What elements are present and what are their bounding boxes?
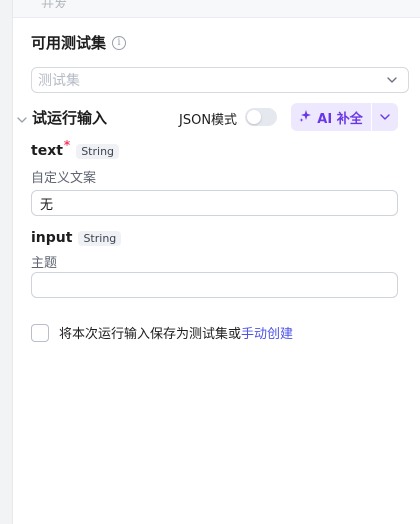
field-name: text* (31, 138, 70, 159)
type-tag: String (76, 143, 120, 159)
info-icon[interactable]: i (112, 35, 127, 50)
collapse-chevron-icon[interactable] (16, 111, 28, 123)
run-input-title: 试运行输入 (32, 109, 108, 127)
debug-panel: 开发 可用测试集 i 测试集 试运行输入 JSON模式 AI 补全 text* … (12, 0, 420, 524)
top-strip-hint: 开发 (41, 0, 68, 8)
type-tag: String (78, 230, 122, 246)
save-text: 将本次运行输入保存为测试集或 (59, 327, 242, 342)
json-mode-toggle[interactable] (245, 108, 277, 126)
field-header-text: text* String (31, 138, 120, 159)
save-as-testset-row: 将本次运行输入保存为测试集或手动创建 (31, 323, 293, 342)
input-field[interactable] (31, 272, 398, 298)
text-field[interactable]: 无 (31, 190, 398, 216)
testset-select-placeholder: 测试集 (38, 73, 80, 89)
run-input-header: 试运行输入 JSON模式 AI 补全 (13, 102, 420, 132)
field-description: 主题 (31, 256, 58, 271)
chevron-down-icon (379, 108, 391, 127)
field-header-input: input String (31, 230, 122, 246)
manual-create-link[interactable]: 手动创建 (241, 327, 293, 342)
sparkle-icon (299, 109, 312, 126)
ai-complete-button[interactable]: AI 补全 (291, 103, 371, 131)
chevron-down-icon (386, 74, 398, 86)
toggle-knob (247, 110, 261, 124)
save-checkbox[interactable] (31, 323, 49, 342)
field-name-text: text (31, 143, 63, 159)
ai-complete-dropdown[interactable] (372, 103, 398, 131)
testset-section-title: 可用测试集 i (31, 32, 127, 53)
top-strip: 开发 (13, 0, 420, 18)
field-description: 自定义文案 (31, 171, 97, 186)
field-name: input (31, 230, 73, 246)
ai-complete-label: AI 补全 (317, 111, 363, 127)
testset-title: 可用测试集 (31, 34, 107, 52)
testset-select[interactable]: 测试集 (31, 67, 409, 93)
save-sentence: 将本次运行输入保存为测试集或手动创建 (59, 323, 293, 342)
required-marker: * (63, 138, 71, 152)
json-mode-label: JSON模式 (179, 113, 238, 128)
